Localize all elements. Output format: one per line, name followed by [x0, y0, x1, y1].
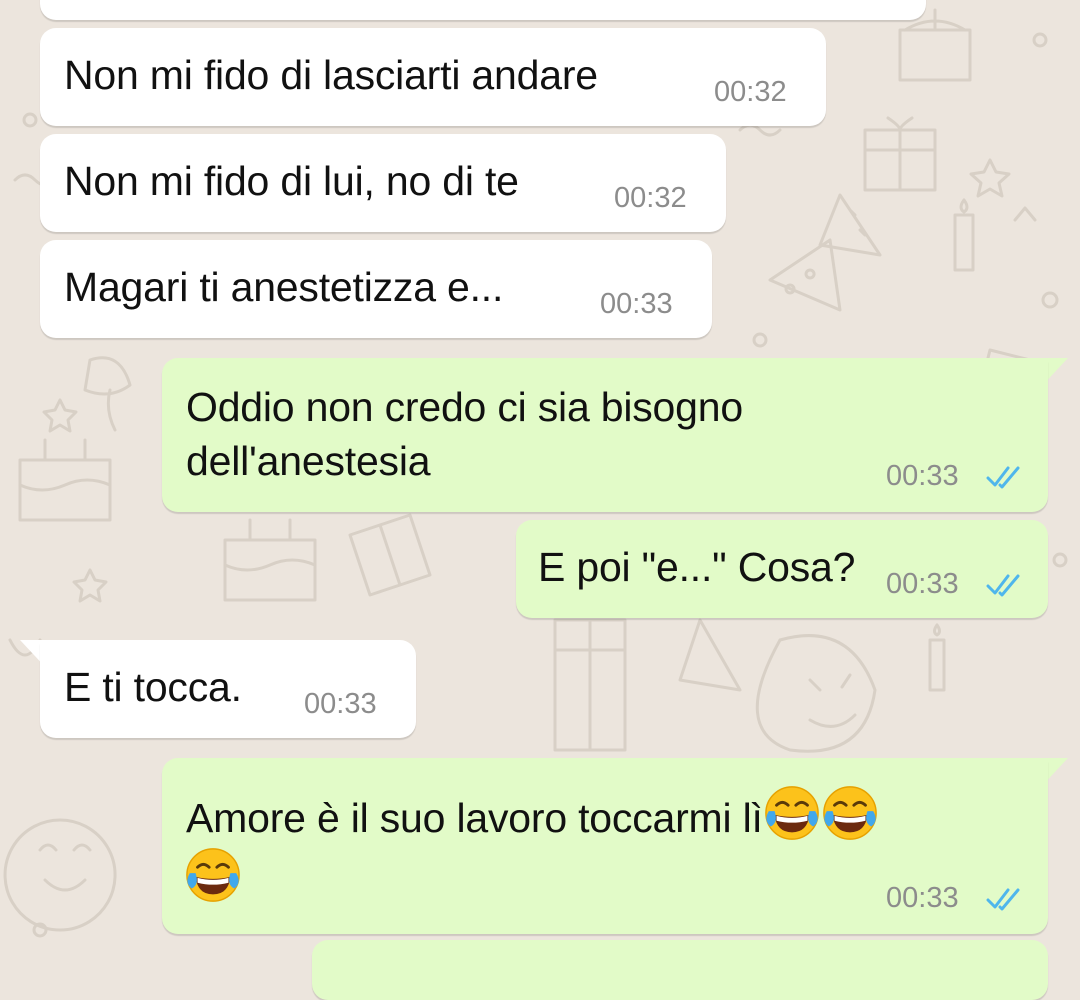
read-receipt-icon	[986, 574, 1020, 597]
message-time: 00:32	[614, 182, 687, 214]
message-time: 00:33	[304, 688, 377, 720]
message-emoji-row	[184, 846, 242, 907]
read-receipt-icon	[986, 888, 1020, 911]
message-bubble-partial[interactable]	[312, 940, 1048, 1000]
message-text: Non mi fido di lui, no di te	[64, 158, 519, 204]
message-text-line-2: dell'anestesia	[186, 438, 431, 484]
face-with-tears-of-joy-icon	[764, 786, 819, 840]
message-text: Amore è il suo lavoro toccarmi lì	[186, 795, 763, 841]
message-bubble-outgoing[interactable]: Oddio non credo ci sia bisogno dell'anes…	[162, 358, 1048, 512]
message-bubble-incoming[interactable]: E ti tocca. 00:33	[40, 640, 416, 738]
message-bubble-incoming[interactable]: Non mi fido di lasciarti andare 00:32	[40, 28, 826, 126]
message-text: Magari ti anestetizza e...	[64, 264, 504, 310]
message-text: E ti tocca.	[64, 664, 242, 710]
message-bubble-outgoing[interactable]: E poi "e..." Cosa? 00:33	[516, 520, 1048, 618]
message-time: 00:33	[600, 288, 673, 320]
face-with-tears-of-joy-icon	[186, 848, 240, 902]
message-bubble-incoming[interactable]: Non mi fido di lui, no di te 00:32	[40, 134, 726, 232]
message-bubble-partial[interactable]	[40, 0, 926, 20]
read-receipt-icon	[986, 466, 1020, 489]
message-time: 00:32	[714, 76, 787, 108]
message-bubble-outgoing[interactable]: Amore è il suo lavoro toccarmi lì 00:33	[162, 758, 1048, 934]
message-time: 00:33	[886, 882, 959, 914]
message-bubble-incoming[interactable]: Magari ti anestetizza e... 00:33	[40, 240, 712, 338]
face-with-tears-of-joy-icon	[822, 786, 877, 840]
message-text-line-1: Oddio non credo ci sia bisogno	[186, 384, 743, 430]
message-text: E poi "e..." Cosa?	[538, 544, 856, 590]
message-time: 00:33	[886, 460, 959, 492]
message-text: Non mi fido di lasciarti andare	[64, 52, 598, 98]
message-text-row: Amore è il suo lavoro toccarmi lì	[186, 784, 879, 845]
message-time: 00:33	[886, 568, 959, 600]
